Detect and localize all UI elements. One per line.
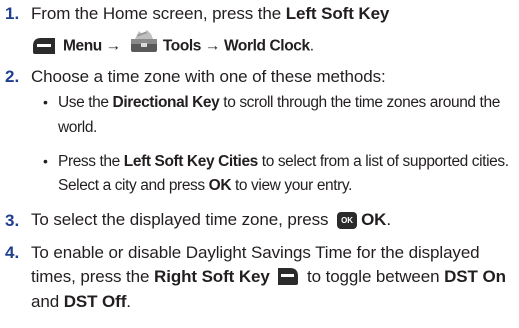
bullet: • (43, 153, 48, 169)
bullet: • (43, 94, 48, 110)
step-text-line: To enable or disable Daylight Savings Ti… (31, 243, 480, 262)
step-number: 3. (5, 211, 20, 230)
right-soft-key-icon (276, 266, 300, 287)
arrow: → (105, 37, 122, 55)
step-text-line: times, press the Right Soft Key to toggl… (31, 266, 506, 288)
key-name: Left Soft Key (285, 4, 390, 23)
dst-off-label: DST Off (63, 292, 127, 311)
ok-key-icon: OK (337, 212, 358, 230)
bullet-text-line: world. (58, 119, 97, 136)
key-name: Right Soft Key (154, 267, 270, 286)
key-name: Left Soft Key Cities (123, 153, 259, 170)
step-text: From the Home screen, press the (31, 4, 286, 23)
step-text: To select the displayed time zone, press (31, 210, 334, 229)
step-text: and (31, 292, 64, 311)
period: . (126, 292, 131, 311)
bullet-text: to scroll through the time zones around … (219, 94, 500, 111)
bullet-text: Use the (58, 94, 113, 111)
bullet-text-line: Use the Directional Key to scroll throug… (58, 94, 500, 112)
bullet-text: Select a city and press (58, 177, 209, 194)
step-number: 2. (5, 67, 20, 86)
step-number: 1. (5, 4, 20, 23)
step-text-line: From the Home screen, press the Left Sof… (31, 4, 389, 24)
period: . (309, 37, 314, 55)
tools-icon (129, 28, 159, 65)
bullet-text: to select from a list of supported citie… (257, 153, 509, 170)
key-name: Directional Key (112, 94, 220, 111)
menu-path: Menu → Tools → World Clock. (31, 28, 314, 58)
left-soft-key-icon (31, 35, 57, 57)
period: . (386, 210, 391, 229)
menu-label: Menu (63, 37, 102, 55)
tools-label: Tools (162, 37, 202, 55)
bullet-text-line: Select a city and press OK to view your … (58, 177, 352, 195)
bullet-text: to view your entry. (231, 177, 353, 194)
dst-on-label: DST On (444, 267, 506, 286)
bullet-text-line: Press the Left Soft Key Cities to select… (58, 153, 509, 171)
key-name: OK (208, 177, 232, 194)
bullet-text: Press the (58, 153, 124, 170)
step-number: 4. (5, 243, 20, 262)
step-text: to toggle between (302, 267, 445, 286)
step-text-line: To select the displayed time zone, press… (31, 209, 391, 231)
step-text: times, press the (31, 267, 155, 286)
step-text: Choose a time zone with one of these met… (31, 67, 386, 86)
step-text-line: and DST Off. (31, 292, 131, 312)
key-name: OK (361, 210, 387, 229)
instructions-document: 1. From the Home screen, press the Left … (0, 0, 519, 328)
world-clock-label: World Clock (223, 37, 310, 55)
arrow: → (204, 37, 221, 55)
